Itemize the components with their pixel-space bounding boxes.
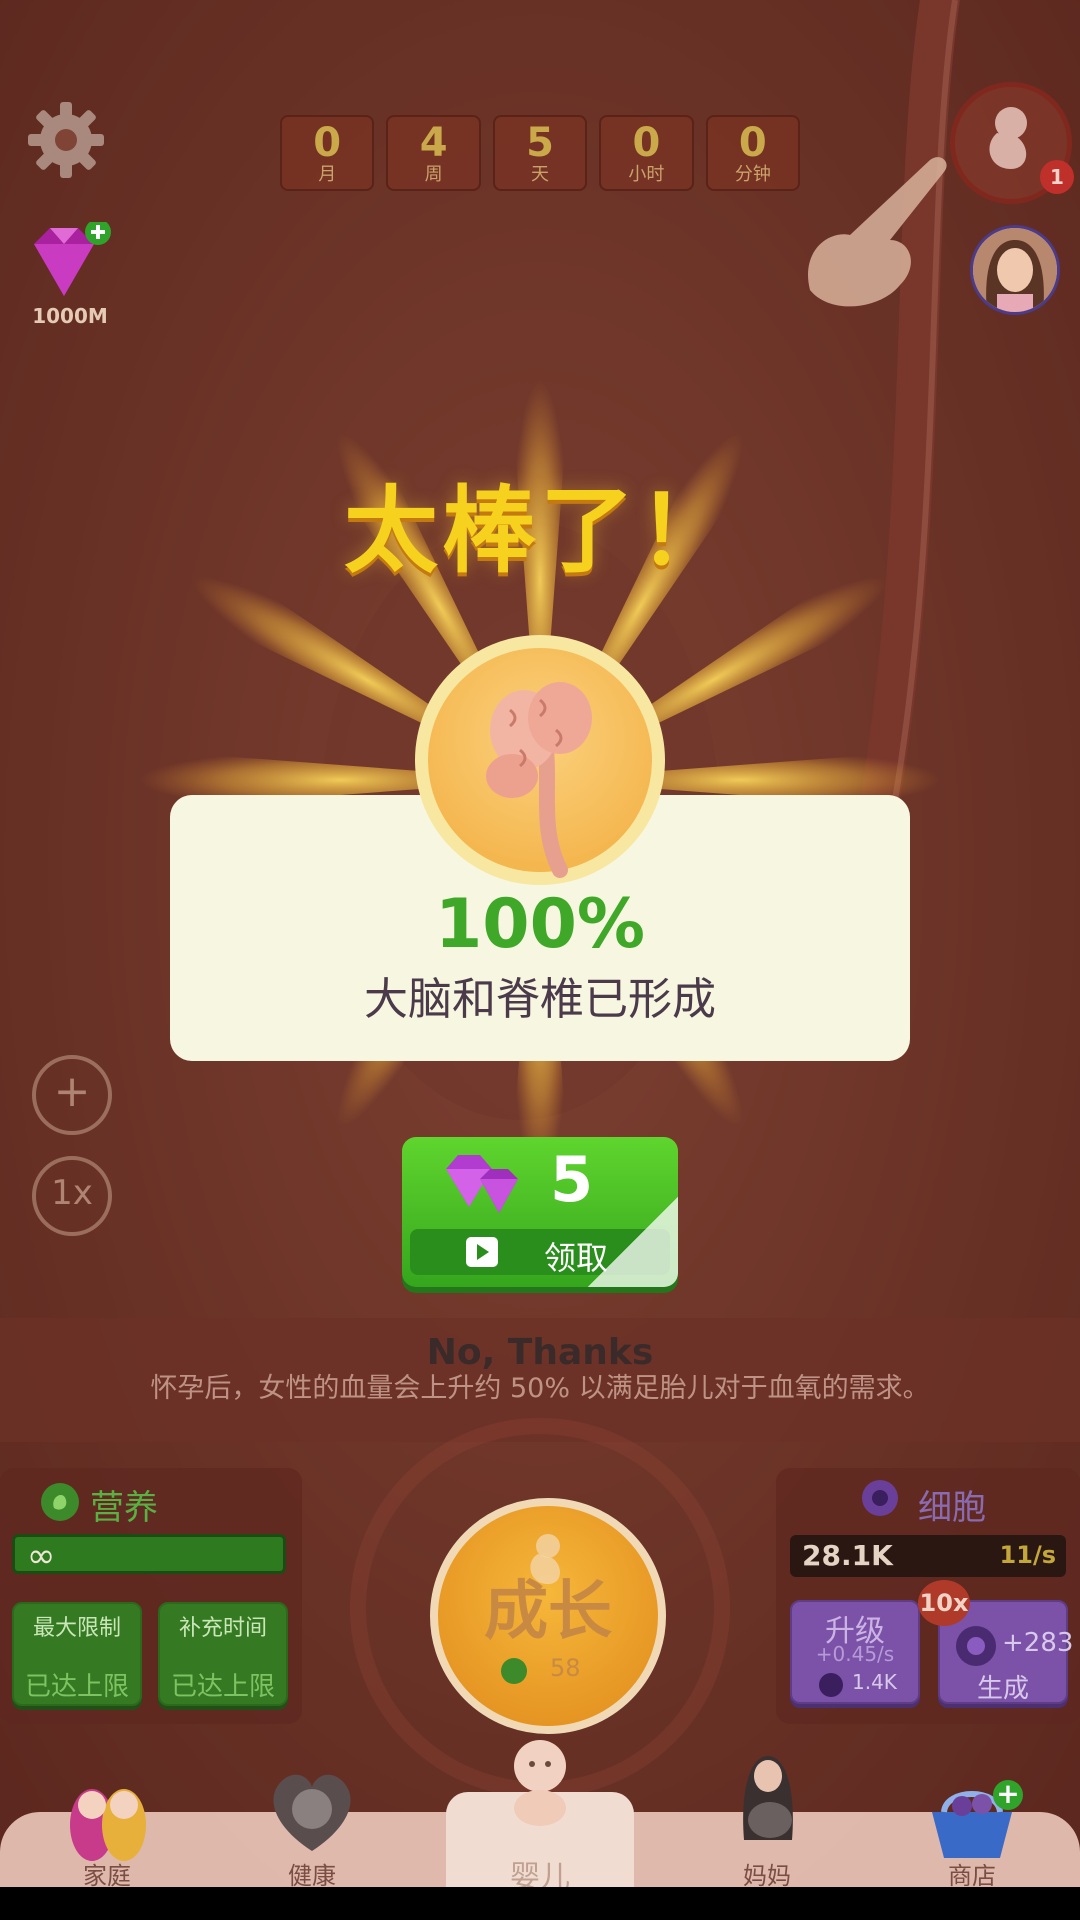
mother-avatar[interactable] — [970, 225, 1060, 315]
timer-minutes: 0 分钟 — [705, 115, 801, 191]
multiplier-badge: 10x — [918, 1580, 970, 1626]
max-limit-label: 最大限制 — [32, 1616, 121, 1641]
max-limit-button[interactable]: 最大限制 已达上限 — [12, 1602, 142, 1706]
nav-mother[interactable]: 妈妈 — [687, 1856, 847, 1891]
mother-face-icon — [973, 228, 1057, 312]
gem-count: 1000M — [32, 304, 108, 328]
baby-icon[interactable] — [490, 1736, 590, 1826]
nav-shop[interactable]: 商店 — [892, 1856, 1052, 1891]
gem-reward-icon — [446, 1155, 518, 1213]
progress-percent: 100% — [434, 885, 646, 964]
upgrade-rate: +0.45/s — [815, 1642, 895, 1666]
nav-family[interactable]: 家庭 — [27, 1856, 187, 1891]
timer-days: 5天 — [492, 115, 588, 191]
button-shine — [588, 1197, 678, 1287]
milestone-description: 大脑和脊椎已形成 — [364, 974, 716, 1025]
pointing-hand-icon — [808, 157, 947, 307]
nav-health[interactable]: 健康 — [232, 1856, 392, 1891]
cells-count: 28.1K — [802, 1539, 893, 1572]
shop-add-icon: + — [993, 1780, 1023, 1810]
cell-produce-icon — [956, 1626, 996, 1666]
add-button[interactable]: + — [32, 1055, 112, 1135]
upgrade-cost: 1.4K — [852, 1670, 897, 1694]
claim-button[interactable]: 5 领取 — [402, 1137, 678, 1287]
speed-button[interactable]: 1x — [32, 1156, 112, 1236]
refill-time-status: 已达上限 — [170, 1672, 275, 1702]
reward-amount: 5 — [550, 1143, 594, 1216]
refill-time-label: 补充时间 — [178, 1616, 267, 1641]
timer-hours: 0 小时 — [599, 115, 694, 191]
gem-icon[interactable] — [28, 222, 112, 302]
refill-time-button[interactable]: 补充时间 已达上限 — [158, 1602, 288, 1706]
twins-icon[interactable] — [58, 1775, 158, 1865]
video-play-icon — [466, 1237, 498, 1267]
pregnancy-timer: 0月 4周 5天 0 小时 0 分钟 — [280, 115, 801, 191]
settings-gear-icon[interactable] — [26, 100, 106, 180]
nutrition-cost-icon — [501, 1658, 527, 1684]
max-limit-status: 已达上限 — [24, 1672, 129, 1702]
grow-cost: 58 — [550, 1654, 581, 1682]
upgrade-button[interactable]: 升级 +0.45/s 1.4K — [790, 1600, 920, 1704]
heart-baby-icon[interactable] — [262, 1765, 362, 1855]
produce-amount: +283 — [1002, 1628, 1074, 1658]
no-thanks-button[interactable]: No, Thanks — [0, 1332, 1080, 1373]
timer-months: 0月 — [280, 115, 375, 191]
cell-cost-icon — [819, 1673, 843, 1697]
headline: 太棒了！ — [343, 477, 736, 586]
notification-badge: 1 — [1040, 160, 1074, 194]
brain-spine-icon — [486, 682, 592, 878]
timer-weeks: 4周 — [386, 115, 481, 191]
mother-icon[interactable] — [718, 1750, 818, 1840]
produce-label: 生成 — [976, 1674, 1029, 1704]
system-nav-bar — [0, 1887, 1080, 1920]
nutrition-bar: ∞ — [12, 1534, 286, 1575]
cells-counter: 28.1K 11/s — [790, 1535, 1066, 1577]
cells-rate: 11/s — [999, 1541, 1056, 1569]
nutrition-icon — [41, 1483, 79, 1521]
nutrition-title: 营养 — [90, 1488, 158, 1528]
cells-title: 细胞 — [918, 1488, 986, 1528]
grow-label: 成长 — [484, 1575, 612, 1649]
cell-icon — [862, 1480, 898, 1516]
